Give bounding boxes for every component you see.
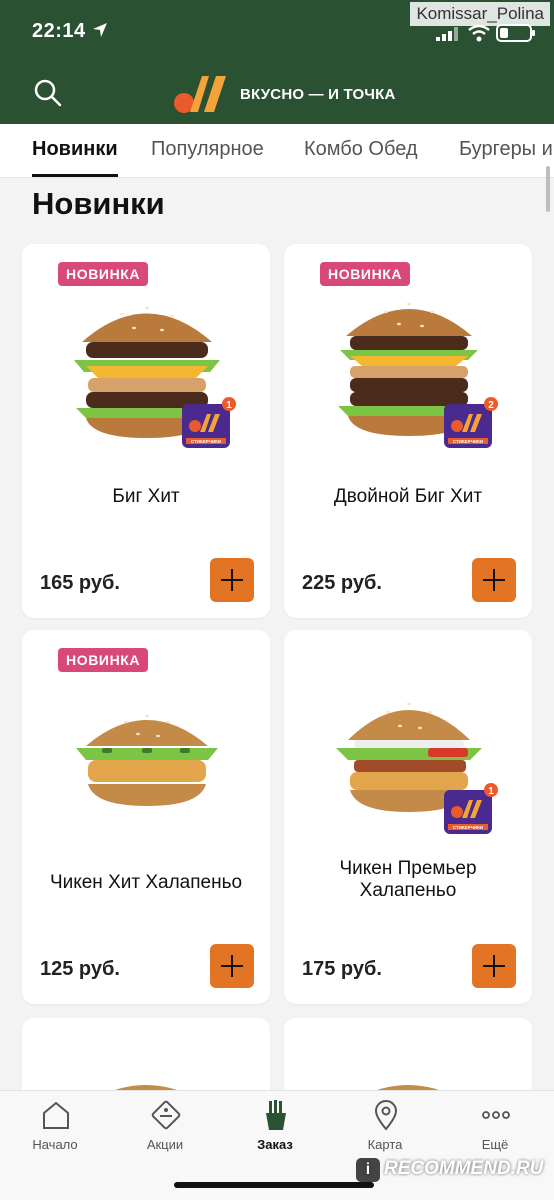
sticker-count: 1 — [488, 786, 494, 797]
product-price: 225 руб. — [302, 572, 382, 594]
map-pin-icon — [374, 1100, 398, 1131]
chicken-burger-image — [76, 714, 218, 806]
nav-label: Ещё — [481, 1137, 509, 1152]
sticker-label: СТИКЕРЧИКИ — [453, 439, 483, 444]
product-name: Чикен Премьер Халапеньо — [339, 858, 477, 901]
nav-item-promos[interactable]: Акции — [110, 1091, 220, 1171]
product-name: Биг Хит — [112, 486, 180, 507]
category-tabs: Новинки Популярное Комбо Обед Бургеры и — [0, 124, 554, 178]
nav-label: Заказ — [257, 1137, 293, 1152]
scrollbar[interactable] — [546, 166, 550, 212]
add-button[interactable] — [210, 558, 254, 602]
promo-icon — [151, 1100, 181, 1130]
tab-combo-lunch[interactable]: Комбо Обед — [304, 138, 418, 161]
new-badge: НОВИНКА — [320, 262, 411, 286]
product-card[interactable]: НОВИНКА 1 СТИКЕРЧИКИ Биг Хит 165 руб. — [22, 244, 270, 618]
product-price: 175 руб. — [302, 958, 382, 980]
tab-novinki[interactable]: Новинки — [32, 138, 118, 161]
product-card[interactable]: НОВИНКА 2 СТИКЕРЧИКИ Двойной Биг Хит 225… — [284, 244, 532, 618]
sticker-label: СТИКЕРЧИКИ — [453, 825, 483, 830]
sticker-label: СТИКЕРЧИКИ — [191, 439, 221, 444]
section-title: Новинки — [32, 186, 165, 221]
product-price: 125 руб. — [40, 958, 120, 980]
tab-burgers[interactable]: Бургеры и — [459, 138, 553, 161]
battery-icon — [496, 24, 535, 42]
signal-icon — [436, 27, 458, 41]
sticker-count: 2 — [488, 400, 494, 411]
more-icon — [482, 1111, 510, 1119]
location-arrow-icon — [93, 23, 107, 37]
new-badge: НОВИНКА — [58, 262, 149, 286]
recommend-badge: i — [356, 1158, 380, 1182]
add-button[interactable] — [472, 944, 516, 988]
new-badge: НОВИНКА — [58, 648, 149, 672]
active-tab-indicator — [32, 174, 118, 177]
sticker-icon: 1 СТИКЕРЧИКИ — [444, 783, 498, 834]
nav-item-home[interactable]: Начало — [0, 1091, 110, 1171]
home-indicator — [174, 1182, 374, 1188]
add-button[interactable] — [472, 558, 516, 602]
recommend-text: RECOMMEND.RU — [384, 1158, 544, 1179]
top-bar: 22:14 Komissar_Polina ВКУСНО — И ТОЧКА — [0, 0, 554, 124]
nav-label: Карта — [367, 1137, 403, 1152]
brand-logo-icon — [174, 76, 226, 113]
product-card[interactable]: НОВИНКА Чикен Хит Халапеньо 125 руб. — [22, 630, 270, 1004]
watermark: Komissar_Polina — [410, 2, 550, 26]
sticker-count: 1 — [226, 400, 232, 411]
home-icon — [43, 1101, 69, 1129]
nav-label: Акции — [146, 1137, 184, 1152]
brand-slogan: ВКУСНО — И ТОЧКА — [240, 86, 396, 103]
nav-item-order[interactable]: Заказ — [220, 1091, 330, 1171]
search-icon[interactable] — [34, 79, 62, 107]
sticker-icon: 2 СТИКЕРЧИКИ — [444, 397, 498, 448]
wifi-icon — [468, 24, 490, 42]
product-name: Чикен Хит Халапеньо — [49, 872, 243, 893]
nav-label: Начало — [32, 1137, 78, 1152]
recommend-watermark: i RECOMMEND.RU — [356, 1158, 543, 1182]
add-button[interactable] — [210, 944, 254, 988]
fries-icon — [266, 1100, 286, 1130]
product-name: Двойной Биг Хит — [333, 486, 483, 507]
product-card[interactable]: 1 СТИКЕРЧИКИ Чикен Премьер Халапеньо 175… — [284, 630, 532, 1004]
product-price: 165 руб. — [40, 572, 120, 594]
tab-popular[interactable]: Популярное — [151, 138, 264, 161]
sticker-icon: 1 СТИКЕРЧИКИ — [182, 397, 236, 448]
status-time: 22:14 — [32, 20, 86, 42]
